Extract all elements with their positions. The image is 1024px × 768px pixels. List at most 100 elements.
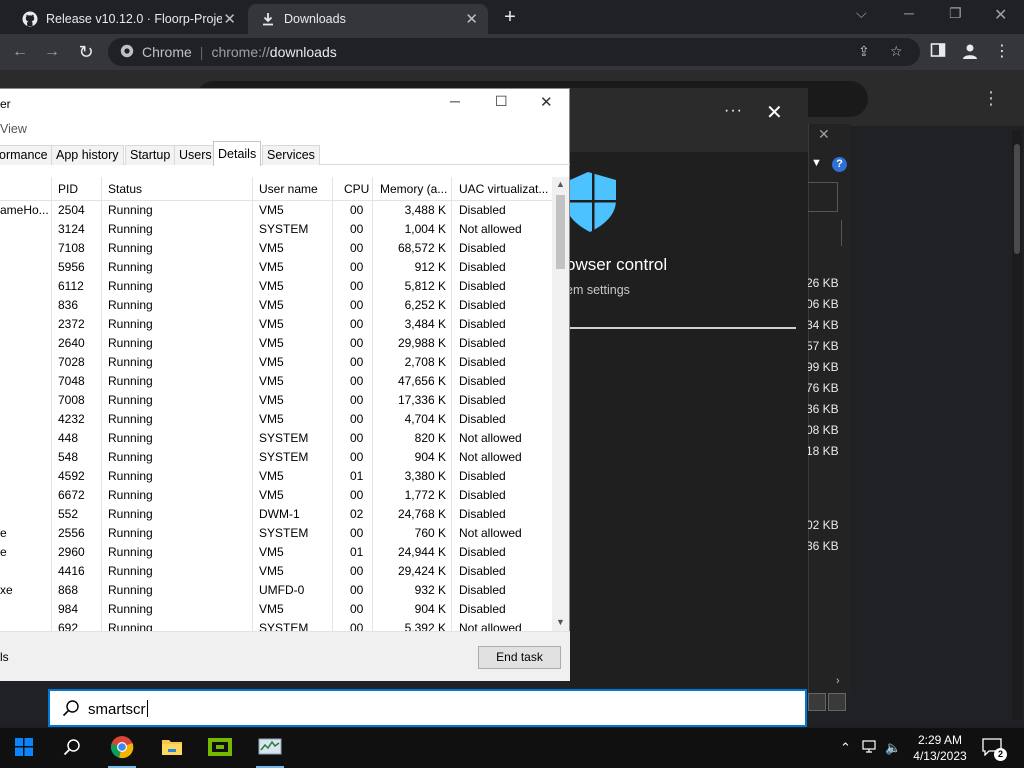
- tab-floorp-release[interactable]: Release v10.12.0 · Floorp-Projects/Floor…: [10, 4, 246, 34]
- table-row[interactable]: 5956 Running VM5 00 912 K Disabled: [0, 258, 552, 277]
- input-box[interactable]: [808, 182, 838, 212]
- table-row[interactable]: 552 Running DWM-1 02 24,768 K Disabled: [0, 505, 552, 524]
- cell-name: xe: [0, 583, 13, 597]
- cell-pid: 448: [58, 431, 79, 445]
- cell-mem: 4,704 K: [404, 412, 446, 426]
- close-icon[interactable]: ✕: [766, 100, 783, 125]
- table-row[interactable]: 4592 Running VM5 01 3,380 K Disabled: [0, 467, 552, 486]
- table-row[interactable]: e 2556 Running SYSTEM 00 760 K Not allowed: [0, 524, 552, 543]
- cell-mem: 820 K: [414, 431, 446, 445]
- fewer-details-link[interactable]: ls: [0, 650, 9, 664]
- close-tab-icon[interactable]: ✕: [223, 10, 236, 28]
- taskbar-nvidia[interactable]: [196, 728, 244, 768]
- tab-users[interactable]: Users: [174, 145, 217, 165]
- cell-name: e: [0, 545, 7, 559]
- table-row[interactable]: 6112 Running VM5 00 5,812 K Disabled: [0, 277, 552, 296]
- close-icon[interactable]: ✕: [818, 126, 830, 143]
- share-icon[interactable]: ⇪: [858, 43, 870, 60]
- chrome-icon: [110, 735, 134, 762]
- downloads-more-icon[interactable]: ⋮: [982, 88, 1000, 109]
- column-header-memory[interactable]: Memory (a...: [380, 182, 447, 196]
- column-header-user[interactable]: User name: [259, 182, 318, 196]
- table-row[interactable]: e 2960 Running VM5 01 24,944 K Disabled: [0, 543, 552, 562]
- show-hidden-icons-chevron-icon[interactable]: ⌃: [840, 740, 851, 756]
- table-row[interactable]: 6672 Running VM5 00 1,772 K Disabled: [0, 486, 552, 505]
- taskbar-task-manager[interactable]: [246, 728, 294, 768]
- minimize-icon[interactable]: ─: [450, 93, 460, 109]
- address-bar[interactable]: Chrome | chrome://downloads: [108, 38, 920, 66]
- cell-user: VM5: [259, 298, 284, 312]
- tab-services[interactable]: Services: [262, 145, 320, 165]
- bookmark-star-icon[interactable]: ☆: [890, 43, 903, 60]
- minimize-icon[interactable]: ─: [904, 5, 914, 21]
- column-header-uac[interactable]: UAC virtualizat...: [459, 182, 548, 196]
- scroll-down-icon[interactable]: ▼: [556, 617, 565, 627]
- chrome-menu-icon[interactable]: ⋮: [992, 42, 1012, 62]
- search-input[interactable]: smartscr: [88, 700, 148, 718]
- maximize-icon[interactable]: ☐: [495, 93, 508, 110]
- search-icon: [62, 699, 80, 720]
- close-icon[interactable]: ✕: [540, 93, 553, 111]
- start-button[interactable]: [0, 728, 48, 768]
- forward-icon[interactable]: →: [42, 42, 62, 62]
- column-header-status[interactable]: Status: [108, 182, 142, 196]
- network-icon[interactable]: [862, 740, 878, 757]
- table-row[interactable]: 3124 Running SYSTEM 00 1,004 K Not allowed: [0, 220, 552, 239]
- scroll-right-icon[interactable]: ›: [836, 675, 840, 687]
- table-row[interactable]: 984 Running VM5 00 904 K Disabled: [0, 600, 552, 619]
- table-row[interactable]: 7048 Running VM5 00 47,656 K Disabled: [0, 372, 552, 391]
- table-row[interactable]: 7108 Running VM5 00 68,572 K Disabled: [0, 239, 552, 258]
- tab-details[interactable]: Details: [213, 141, 262, 166]
- taskbar-chrome[interactable]: [98, 728, 146, 768]
- downloads-scrollbar[interactable]: [1012, 130, 1022, 720]
- column-header-cpu[interactable]: CPU: [344, 182, 369, 196]
- table-row[interactable]: 836 Running VM5 00 6,252 K Disabled: [0, 296, 552, 315]
- cell-cpu: 00: [350, 602, 364, 616]
- back-icon[interactable]: ←: [10, 42, 30, 62]
- table-row[interactable]: 7008 Running VM5 00 17,336 K Disabled: [0, 391, 552, 410]
- table-row[interactable]: 2372 Running VM5 00 3,484 K Disabled: [0, 315, 552, 334]
- table-row[interactable]: 692 Running SYSTEM 00 5,392 K Not allowed: [0, 619, 552, 631]
- taskbar-search-button[interactable]: [48, 728, 96, 768]
- more-options-icon[interactable]: ···: [724, 102, 743, 120]
- scrollbar-thumb[interactable]: [556, 195, 565, 269]
- cell-mem: 6,252 K: [404, 298, 446, 312]
- system-clock[interactable]: 2:29 AM 4/13/2023: [904, 732, 976, 764]
- table-row[interactable]: 448 Running SYSTEM 00 820 K Not allowed: [0, 429, 552, 448]
- table-row[interactable]: 548 Running SYSTEM 00 904 K Not allowed: [0, 448, 552, 467]
- tab-search-chevron-icon[interactable]: ⌵: [856, 5, 867, 22]
- tab-performance[interactable]: ormance: [0, 145, 53, 165]
- menu-view[interactable]: View: [0, 122, 27, 136]
- table-row[interactable]: 2640 Running VM5 00 29,988 K Disabled: [0, 334, 552, 353]
- large-icons-view-button[interactable]: [828, 693, 846, 711]
- close-tab-icon[interactable]: ✕: [465, 10, 478, 28]
- details-view-button[interactable]: [808, 693, 826, 711]
- taskbar-search-box[interactable]: smartscr: [48, 689, 807, 727]
- profile-avatar[interactable]: [960, 42, 980, 62]
- side-panel-icon[interactable]: [928, 42, 948, 62]
- tab-app-history[interactable]: App history: [51, 145, 124, 165]
- task-manager-titlebar[interactable]: er ─ ☐ ✕: [0, 89, 570, 119]
- scrollbar-thumb[interactable]: [1014, 144, 1020, 254]
- tab-downloads[interactable]: Downloads ✕: [248, 4, 488, 34]
- reload-icon[interactable]: ↻: [76, 42, 96, 62]
- input-box[interactable]: [808, 220, 842, 246]
- close-window-icon[interactable]: ✕: [994, 5, 1007, 25]
- volume-icon[interactable]: 🔈: [885, 740, 901, 756]
- table-row[interactable]: ameHo... 2504 Running VM5 00 3,488 K Disabled: [0, 201, 552, 220]
- tab-startup[interactable]: Startup: [125, 145, 176, 165]
- table-row[interactable]: xe 868 Running UMFD-0 00 932 K Disabled: [0, 581, 552, 600]
- taskbar-file-explorer[interactable]: [148, 728, 196, 768]
- table-row[interactable]: 4416 Running VM5 00 29,424 K Disabled: [0, 562, 552, 581]
- restore-icon[interactable]: ❐: [949, 5, 962, 22]
- help-icon[interactable]: ?: [832, 157, 847, 172]
- scroll-up-icon[interactable]: ▲: [556, 179, 565, 189]
- cell-status: Running: [108, 564, 153, 578]
- column-header-pid[interactable]: PID: [58, 182, 78, 196]
- chevron-down-icon[interactable]: ▼: [811, 157, 822, 169]
- table-row[interactable]: 4232 Running VM5 00 4,704 K Disabled: [0, 410, 552, 429]
- end-task-button[interactable]: End task: [478, 646, 561, 669]
- details-vertical-scrollbar[interactable]: ▲ ▼: [552, 177, 569, 631]
- new-tab-button[interactable]: +: [499, 6, 521, 28]
- table-row[interactable]: 7028 Running VM5 00 2,708 K Disabled: [0, 353, 552, 372]
